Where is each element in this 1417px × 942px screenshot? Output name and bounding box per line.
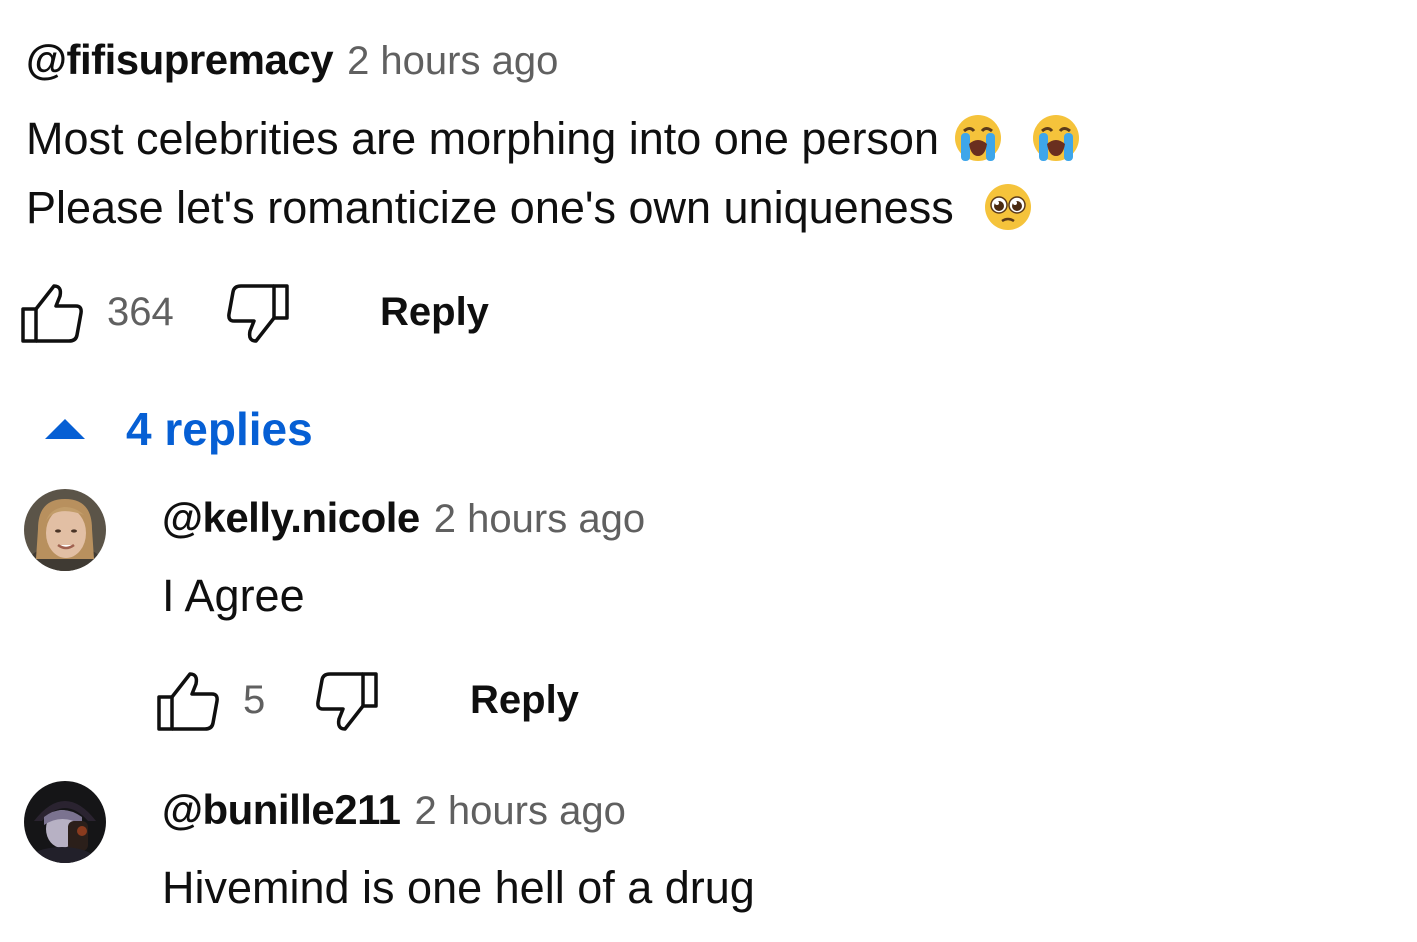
reply-header: @bunille211 2 hours ago [162,786,626,834]
like-count: 5 [243,678,266,722]
loudly-crying-face-icon [954,115,1001,161]
comment-author[interactable]: @fifisupremacy [26,36,334,84]
reply-author[interactable]: @kelly.nicole [162,494,420,542]
replies-count-label[interactable]: 4 replies [126,402,313,456]
dislike-button[interactable] [315,671,379,738]
replies-toggle[interactable]: 4 replies [44,402,313,456]
comment-text-line-2: Please let's romanticize one's own uniqu… [26,174,1034,242]
pleading-face-icon [985,184,1032,230]
comment-text-line-1: Most celebrities are morphing into one p… [26,105,1082,173]
reply-author[interactable]: @bunille211 [162,786,401,834]
thumbs-down-icon [316,672,378,731]
caret-up-icon [45,419,85,439]
reply-timestamp[interactable]: 2 hours ago [434,497,645,542]
avatar-photo-woman-icon [24,489,106,571]
avatar-dark-illustration-icon [24,781,106,863]
like-button[interactable] [156,670,220,737]
dislike-button[interactable] [226,283,290,350]
reply-timestamp[interactable]: 2 hours ago [415,789,626,834]
reply-header: @kelly.nicole 2 hours ago [162,494,645,542]
like-button[interactable] [20,282,84,349]
avatar[interactable] [24,489,106,571]
reply-text: Hivemind is one hell of a drug [162,862,755,913]
comment-header: @fifisupremacy 2 hours ago [26,36,558,84]
reply-button[interactable]: Reply [380,290,489,335]
thumbs-down-icon [227,284,289,343]
thumbs-up-icon [21,284,83,343]
reply-text: I Agree [162,570,305,621]
comment-text-line-2-content: Please let's romanticize one's own uniqu… [26,182,954,233]
reply-button[interactable]: Reply [470,678,579,723]
loudly-crying-face-icon [1033,115,1080,161]
comment-timestamp[interactable]: 2 hours ago [347,39,558,84]
like-count: 364 [107,290,174,334]
avatar[interactable] [24,781,106,863]
comment-text-line-1-content: Most celebrities are morphing into one p… [26,113,939,164]
thumbs-up-icon [157,672,219,731]
